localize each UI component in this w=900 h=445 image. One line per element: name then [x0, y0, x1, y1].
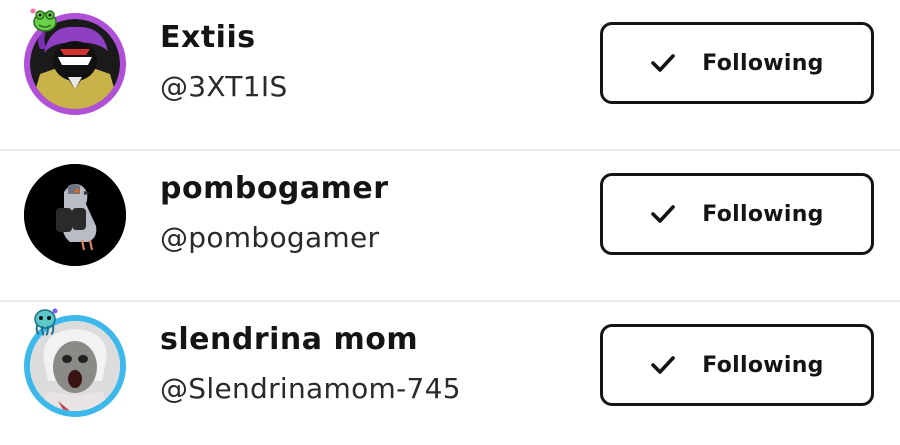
following-button[interactable]: Following: [600, 22, 874, 104]
avatar[interactable]: [24, 308, 126, 417]
green-frog-badge-icon: [30, 5, 60, 35]
checkmark-icon: [651, 356, 676, 374]
following-button-label: Following: [702, 201, 824, 227]
following-button-label: Following: [702, 352, 824, 378]
avatar[interactable]: [24, 164, 126, 266]
following-list: Extiis @3XT1IS Following pombogamer @pom…: [0, 0, 900, 445]
user-row[interactable]: slendrina mom @Slendrinamom-745 Followin…: [0, 302, 900, 445]
avatar[interactable]: [24, 8, 126, 115]
user-display-name[interactable]: slendrina mom: [160, 322, 418, 357]
following-button-label: Following: [702, 50, 824, 76]
user-display-name[interactable]: Extiis: [160, 20, 256, 55]
blue-octopus-badge-icon: [30, 307, 60, 337]
user-row[interactable]: pombogamer @pombogamer Following: [0, 151, 900, 302]
checkmark-icon: [651, 54, 676, 72]
following-button[interactable]: Following: [600, 324, 874, 406]
user-row[interactable]: Extiis @3XT1IS Following: [0, 0, 900, 151]
user-handle: @Slendrinamom-745: [160, 372, 461, 405]
following-button[interactable]: Following: [600, 173, 874, 255]
user-display-name[interactable]: pombogamer: [160, 171, 389, 206]
checkmark-icon: [651, 205, 676, 223]
user-handle: @pombogamer: [160, 221, 380, 254]
pigeon-avatar-icon: [24, 164, 126, 266]
user-handle: @3XT1IS: [160, 70, 288, 103]
